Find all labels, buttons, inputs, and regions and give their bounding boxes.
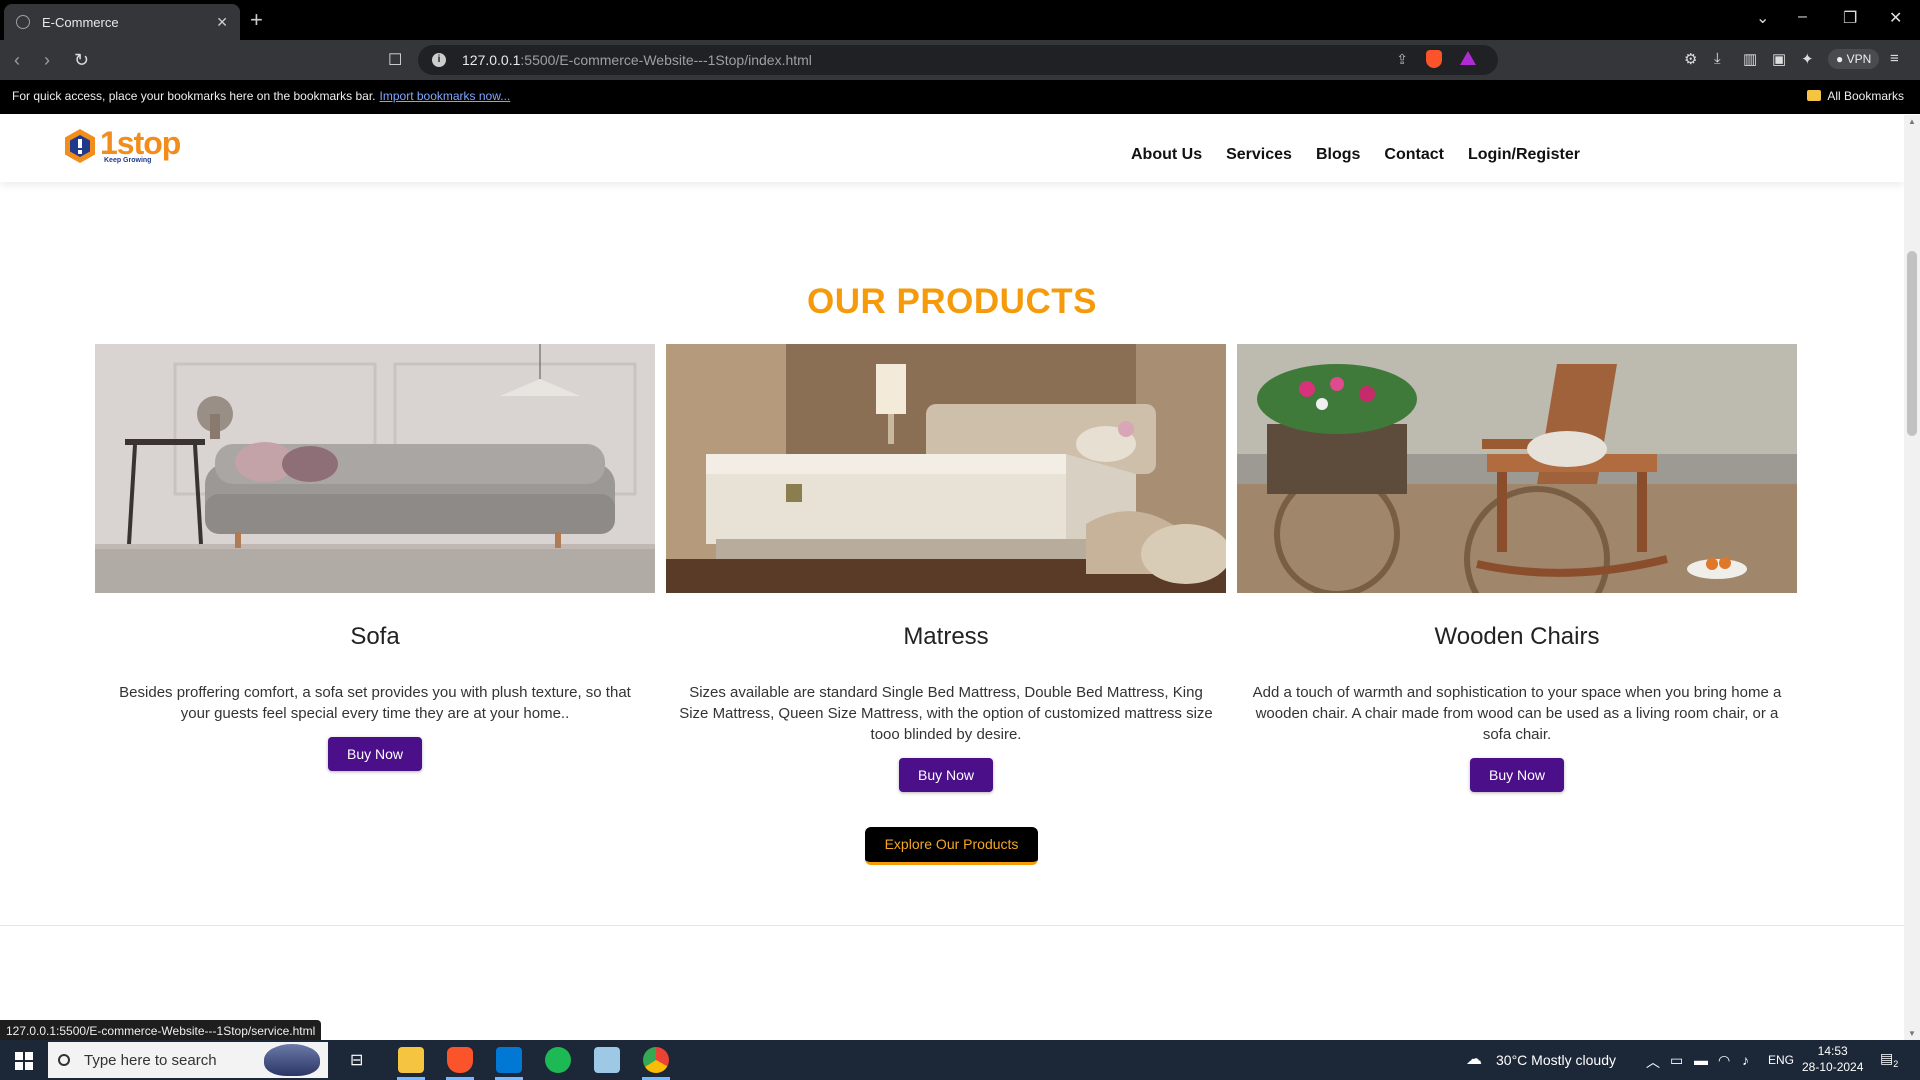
clock-time: 14:53 xyxy=(1817,1044,1848,1058)
section-divider xyxy=(0,925,1904,926)
battery-icon[interactable]: ▬ xyxy=(1694,1052,1708,1068)
system-clock[interactable]: 14:53 28-10-2024 xyxy=(1802,1043,1863,1075)
product-image-wooden-chairs xyxy=(1237,344,1797,593)
notifications-count: 2 xyxy=(1893,1058,1899,1069)
logo-hex-icon xyxy=(65,128,95,163)
tab-title: E-Commerce xyxy=(42,14,119,30)
site-header: 1stop Keep Growing About Us Services Blo… xyxy=(0,115,1904,182)
minimize-icon[interactable]: – xyxy=(1798,8,1807,26)
windows-taskbar: Type here to search ⊟ ☁ 30°C Mostly clou… xyxy=(0,1040,1920,1080)
explore-products-button[interactable]: Explore Our Products xyxy=(865,827,1038,865)
address-bar[interactable]: i 127.0.0.1:5500/E-commerce-Website---1S… xyxy=(418,45,1498,75)
scrollbar-thumb[interactable] xyxy=(1907,251,1917,436)
globe-icon xyxy=(16,15,30,29)
weather-icon[interactable]: ☁ xyxy=(1466,1049,1482,1069)
share-icon[interactable]: ⇪ xyxy=(1396,51,1408,68)
new-tab-button[interactable]: + xyxy=(250,8,263,32)
product-name-wooden-chairs: Wooden Chairs xyxy=(1434,623,1600,650)
browser-toolbar: ‹ › ↻ ☐ i 127.0.0.1:5500/E-commerce-Webs… xyxy=(0,40,1920,80)
browser-tab-strip: E-Commerce ✕ + ⌄ – ❐ ✕ xyxy=(0,0,1920,40)
search-icon xyxy=(58,1054,70,1066)
brave-rewards-icon[interactable] xyxy=(1460,51,1476,65)
product-name-sofa: Sofa xyxy=(350,623,400,650)
show-hidden-icons-icon[interactable]: ︿ xyxy=(1646,1052,1660,1072)
logo-text: 1stop xyxy=(100,125,181,161)
file-explorer-icon[interactable] xyxy=(398,1047,424,1073)
nav-services[interactable]: Services xyxy=(1226,146,1292,164)
tab-search-icon[interactable]: ⌄ xyxy=(1756,8,1769,28)
search-highlight-icon xyxy=(264,1044,320,1076)
vpn-button[interactable]: ● VPN xyxy=(1828,49,1880,69)
meet-now-icon[interactable]: ▭ xyxy=(1670,1052,1683,1069)
buy-now-button-matress[interactable]: Buy Now xyxy=(898,758,994,792)
product-name-matress: Matress xyxy=(903,623,989,650)
folder-icon xyxy=(1807,90,1822,101)
product-card-wooden-chairs: Wooden Chairs Add a touch of warmth and … xyxy=(1237,344,1797,792)
scroll-down-icon[interactable]: ▼ xyxy=(1908,1029,1916,1038)
chrome-icon[interactable] xyxy=(643,1047,669,1073)
volume-icon[interactable]: ♪ xyxy=(1742,1052,1749,1068)
sidebar-icon[interactable]: ▥ xyxy=(1743,50,1757,68)
menu-icon[interactable]: ≡ xyxy=(1890,50,1899,67)
nav-about-us[interactable]: About Us xyxy=(1131,146,1202,164)
buy-now-button-sofa[interactable]: Buy Now xyxy=(327,737,423,771)
leo-ai-icon[interactable]: ✦ xyxy=(1801,50,1814,68)
wifi-icon[interactable]: ◠ xyxy=(1718,1052,1730,1069)
extensions-icon[interactable]: ⚙ xyxy=(1684,50,1697,68)
forward-icon[interactable]: › xyxy=(44,50,50,71)
vscode-icon[interactable] xyxy=(496,1047,522,1073)
product-description-sofa: Besides proffering comfort, a sofa set p… xyxy=(119,684,631,722)
nav-contact[interactable]: Contact xyxy=(1384,146,1444,164)
brave-browser-icon[interactable] xyxy=(447,1047,473,1073)
notifications-icon[interactable]: ▤2 xyxy=(1880,1050,1898,1069)
import-bookmarks-link[interactable]: Import bookmarks now... xyxy=(380,89,511,103)
logo-wordmark: 1stop Keep Growing xyxy=(100,125,181,164)
windows-start-icon[interactable] xyxy=(15,1052,33,1070)
site-logo[interactable]: 1stop Keep Growing xyxy=(64,125,181,164)
bookmarks-bar: For quick access, place your bookmarks h… xyxy=(0,80,1920,114)
link-status-url: 127.0.0.1:5500/E-commerce-Website---1Sto… xyxy=(0,1020,322,1042)
nav-blogs[interactable]: Blogs xyxy=(1316,146,1360,164)
product-image-sofa xyxy=(95,344,655,593)
browser-tab[interactable]: E-Commerce ✕ xyxy=(4,4,240,40)
reload-icon[interactable]: ↻ xyxy=(74,50,89,71)
site-info-icon[interactable]: i xyxy=(432,53,446,67)
notepad-icon[interactable] xyxy=(594,1047,620,1073)
downloads-icon[interactable]: ⤓ xyxy=(1714,50,1721,67)
scroll-up-icon[interactable]: ▲ xyxy=(1908,117,1916,126)
nav-login-register[interactable]: Login/Register xyxy=(1468,146,1580,164)
section-title: OUR PRODUCTS xyxy=(807,282,1097,321)
clock-date: 28-10-2024 xyxy=(1802,1060,1864,1074)
bookmarks-message: For quick access, place your bookmarks h… xyxy=(12,89,511,103)
back-icon[interactable]: ‹ xyxy=(14,50,20,71)
search-placeholder: Type here to search xyxy=(84,1051,217,1069)
wallet-icon[interactable]: ▣ xyxy=(1772,50,1786,68)
all-bookmarks-button[interactable]: All Bookmarks xyxy=(1807,89,1904,103)
task-view-icon[interactable]: ⊟ xyxy=(350,1050,363,1070)
page-scrollbar[interactable]: ▲ ▼ xyxy=(1904,115,1920,1040)
address-url: 127.0.0.1:5500/E-commerce-Website---1Sto… xyxy=(462,52,812,68)
web-page: 1stop Keep Growing About Us Services Blo… xyxy=(0,115,1904,1040)
main-nav: About Us Services Blogs Contact Login/Re… xyxy=(1131,146,1580,164)
window-close-icon[interactable]: ✕ xyxy=(1889,8,1902,28)
buy-now-button-wooden-chairs[interactable]: Buy Now xyxy=(1469,758,1565,792)
product-description-matress: Sizes available are standard Single Bed … xyxy=(679,684,1213,743)
weather-text[interactable]: 30°C Mostly cloudy xyxy=(1496,1052,1616,1068)
bookmark-page-icon[interactable]: ☐ xyxy=(388,50,402,70)
product-card-matress: Matress Sizes available are standard Sin… xyxy=(666,344,1226,792)
brave-shields-icon[interactable] xyxy=(1426,50,1442,68)
restore-icon[interactable]: ❐ xyxy=(1843,8,1857,28)
close-tab-icon[interactable]: ✕ xyxy=(216,14,228,31)
product-image-matress xyxy=(666,344,1226,593)
language-indicator[interactable]: ENG xyxy=(1768,1053,1794,1067)
taskbar-search-box[interactable]: Type here to search xyxy=(48,1042,328,1078)
product-description-wooden-chairs: Add a touch of warmth and sophistication… xyxy=(1252,684,1782,743)
spotify-icon[interactable] xyxy=(545,1047,571,1073)
product-card-sofa: Sofa Besides proffering comfort, a sofa … xyxy=(95,344,655,771)
